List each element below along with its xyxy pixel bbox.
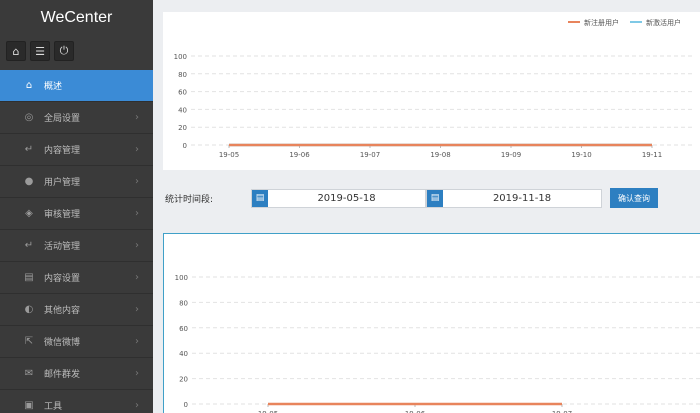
sidebar-item[interactable]: ◐ 其他内容 › (0, 294, 153, 326)
briefcase-icon: ▣ (24, 400, 34, 411)
sidebar-item-label: 概述 (44, 82, 63, 92)
chevron-right-icon: › (135, 144, 139, 155)
sidebar-item[interactable]: ⇱ 微信微博 › (0, 326, 153, 358)
sidebar-item[interactable]: ✉ 邮件群发 › (0, 358, 153, 390)
sidebar-item-label: 邮件群发 (44, 370, 81, 380)
sidebar-item-label: 全局设置 (44, 114, 81, 124)
x-tick-label: 19-11 (642, 151, 662, 159)
quick-toolbar: ⌂ ☰ ⏻ (0, 36, 153, 66)
sidebar-item-label: 工具 (44, 402, 63, 412)
legend-label[interactable]: 新激活用户 (646, 18, 681, 27)
calendar-icon[interactable]: ▤ (252, 189, 268, 207)
reply-icon: ↵ (24, 240, 34, 251)
range-stats-chart: 02040608010019-0519-0619-07 (175, 274, 700, 413)
x-tick-label: 19-06 (289, 151, 310, 159)
y-tick-label: 80 (179, 299, 188, 307)
x-tick-label: 19-10 (571, 151, 591, 159)
y-tick-label: 20 (179, 376, 188, 384)
chevron-right-icon: › (135, 368, 139, 379)
y-tick-label: 40 (179, 350, 188, 358)
chevron-right-icon: › (135, 208, 139, 219)
sidebar-item-label: 微信微博 (44, 338, 81, 348)
gear-icon: ◎ (24, 112, 34, 123)
calendar-icon[interactable]: ▤ (427, 189, 443, 207)
chevron-right-icon: › (135, 336, 139, 347)
y-tick-label: 100 (174, 53, 187, 61)
user-icon: ● (24, 176, 34, 187)
sidebar-item-label: 内容设置 (44, 274, 81, 284)
x-tick-label: 19-08 (430, 151, 450, 159)
pacman-icon: ◐ (24, 304, 34, 315)
home-icon[interactable]: ⌂ (6, 41, 26, 61)
home-icon: ⌂ (25, 80, 33, 91)
start-date-picker[interactable]: ▤ (251, 188, 426, 208)
brand-logo: WeCenter (40, 9, 113, 26)
power-icon[interactable]: ⏻ (54, 41, 74, 61)
start-date-input[interactable] (268, 192, 425, 204)
sidebar-item[interactable]: ◎ 全局设置 › (0, 102, 153, 134)
sidebar-item[interactable]: ⌂ 概述 (0, 70, 153, 102)
x-tick-label: 19-05 (219, 151, 239, 159)
sidebar-item-label: 内容管理 (44, 146, 81, 156)
range-stats-chart-card: 02040608010019-0519-0619-07 (163, 233, 700, 413)
reply-icon: ↵ (24, 144, 34, 155)
shield-icon: ◈ (25, 208, 33, 219)
sidebar-item[interactable]: ↵ 活动管理 › (0, 230, 153, 262)
sidebar-item[interactable]: ▣ 工具 › (0, 390, 153, 413)
user-stats-chart: 0 20 40 60 80 100 19-05 19-06 19-07 19-08 19-09 19-… (174, 18, 693, 159)
confirm-query-button[interactable]: 确认查询 (610, 188, 658, 208)
filter-label: 统计时间段: (165, 194, 214, 205)
y-tick-label: 0 (184, 401, 188, 409)
y-tick-label: 40 (178, 106, 187, 114)
date-filter-bar: 统计时间段: ▤ ▤ 确认查询 (165, 187, 700, 209)
sidebar-item[interactable]: ▤ 内容设置 › (0, 262, 153, 294)
y-tick-label: 80 (178, 71, 187, 79)
main-content: 0 20 40 60 80 100 19-05 19-06 19-07 19-08 19-09 19-… (153, 0, 700, 413)
share-icon: ⇱ (24, 336, 34, 347)
sidebar-item[interactable]: ● 用户管理 › (0, 166, 153, 198)
chevron-right-icon: › (135, 304, 139, 315)
sidebar-item-label: 用户管理 (44, 178, 81, 188)
y-tick-label: 60 (179, 325, 188, 333)
sidebar-item[interactable]: ◈ 审核管理 › (0, 198, 153, 230)
list-icon[interactable]: ☰ (30, 41, 50, 61)
legend-label[interactable]: 新注册用户 (584, 18, 619, 27)
file-icon: ▤ (24, 272, 34, 283)
sidebar-menu: ⌂ 概述 ◎ 全局设置 › ↵ 内容管理 › ● 用户管理 › ◈ 审核管理 › ↵ 活动管理 › ▤ 内容设置 › ◐… (0, 70, 153, 413)
y-tick-label: 0 (183, 142, 187, 150)
x-tick-label: 19-07 (360, 151, 380, 159)
user-stats-chart-card: 0 20 40 60 80 100 19-05 19-06 19-07 19-08 19-09 19-… (163, 12, 700, 170)
x-tick-label: 19-09 (501, 151, 521, 159)
y-tick-label: 100 (175, 274, 188, 282)
chevron-right-icon: › (135, 272, 139, 283)
y-tick-label: 60 (178, 89, 187, 97)
sidebar-item-label: 其他内容 (44, 306, 81, 316)
y-tick-label: 20 (178, 124, 187, 132)
chevron-right-icon: › (135, 240, 139, 251)
app-root: WeCenter ⌂ ☰ ⏻ ⌂ 概述 ◎ 全局设置 › ↵ 内容管理 › ● 用户管理 › ◈ 审核管… (0, 0, 700, 413)
end-date-input[interactable] (443, 192, 601, 204)
sidebar-item-label: 活动管理 (44, 242, 81, 252)
chevron-right-icon: › (135, 176, 139, 187)
end-date-picker[interactable]: ▤ (426, 188, 602, 208)
sidebar: WeCenter ⌂ ☰ ⏻ ⌂ 概述 ◎ 全局设置 › ↵ 内容管理 › ● 用户管理 › ◈ 审核管… (0, 0, 153, 413)
sidebar-item[interactable]: ↵ 内容管理 › (0, 134, 153, 166)
sidebar-item-label: 审核管理 (44, 210, 81, 220)
chevron-right-icon: › (135, 112, 139, 123)
chevron-right-icon: › (135, 400, 139, 411)
mail-icon: ✉ (24, 368, 34, 379)
